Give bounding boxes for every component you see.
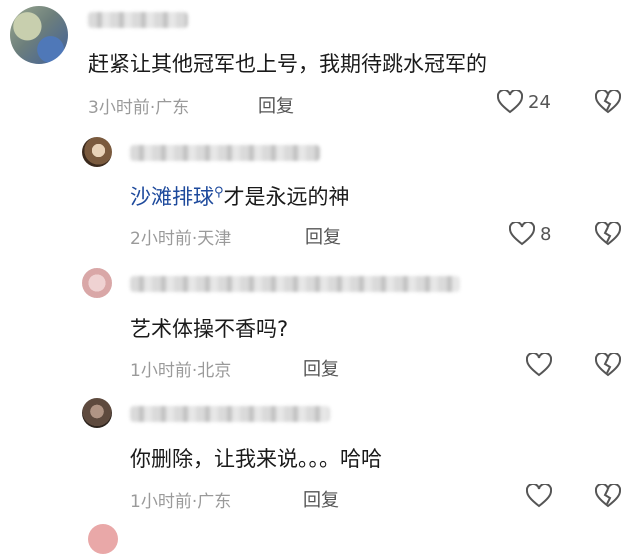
username-blurred[interactable]: [130, 145, 320, 161]
username-blurred[interactable]: [130, 406, 330, 422]
comment-text: 沙滩排球⚲才是永远的神: [130, 181, 350, 211]
avatar[interactable]: [82, 137, 112, 167]
comment-meta: 1小时前·北京: [130, 356, 231, 381]
broken-heart-icon: [595, 222, 621, 246]
reply-button[interactable]: 回复: [303, 355, 339, 381]
dislike-button[interactable]: [595, 90, 621, 114]
reply-button[interactable]: 回复: [258, 92, 294, 118]
comment-text: 艺术体操不香吗?: [130, 317, 289, 341]
like-count: 24: [528, 91, 551, 113]
comment-time: 1小时前: [130, 361, 192, 381]
like-button[interactable]: 8: [509, 222, 551, 246]
search-icon: ⚲: [214, 185, 224, 200]
avatar[interactable]: [82, 398, 112, 428]
like-button[interactable]: [526, 484, 557, 508]
comment-meta: 3小时前·广东: [88, 93, 189, 118]
comment-time: 3小时前: [88, 98, 150, 118]
dislike-button[interactable]: [595, 222, 621, 246]
avatar[interactable]: [88, 524, 118, 554]
heart-outline-icon: [497, 90, 523, 114]
comment-text: 赶紧让其他冠军也上号，我期待跳水冠军的: [88, 52, 487, 76]
avatar[interactable]: [82, 268, 112, 298]
comment-body: 才是永远的神: [223, 185, 350, 209]
dislike-button[interactable]: [595, 353, 621, 377]
like-count: 8: [540, 223, 552, 245]
topic-link[interactable]: 沙滩排球: [130, 185, 214, 209]
like-button[interactable]: [526, 353, 557, 377]
comment-meta: 2小时前·天津: [130, 224, 231, 249]
heart-outline-icon: [509, 222, 535, 246]
like-button[interactable]: 24: [497, 90, 551, 114]
broken-heart-icon: [595, 353, 621, 377]
username-blurred[interactable]: [130, 276, 460, 292]
comment-meta: 1小时前·广东: [130, 487, 231, 512]
reply-button[interactable]: 回复: [303, 486, 339, 512]
broken-heart-icon: [595, 484, 621, 508]
heart-outline-icon: [526, 353, 552, 377]
heart-outline-icon: [526, 484, 552, 508]
comment-text: 你删除，让我来说。。。哈哈: [130, 447, 382, 471]
comment-location: 北京: [197, 361, 232, 381]
reply-button[interactable]: 回复: [305, 223, 341, 249]
dislike-button[interactable]: [595, 484, 621, 508]
comment-location: 广东: [155, 98, 190, 118]
comment-location: 广东: [197, 492, 232, 512]
broken-heart-icon: [595, 90, 621, 114]
avatar[interactable]: [10, 6, 68, 64]
comment-time: 1小时前: [130, 492, 192, 512]
comment-location: 天津: [197, 229, 232, 249]
username-blurred[interactable]: [88, 12, 188, 28]
comment-time: 2小时前: [130, 229, 192, 249]
